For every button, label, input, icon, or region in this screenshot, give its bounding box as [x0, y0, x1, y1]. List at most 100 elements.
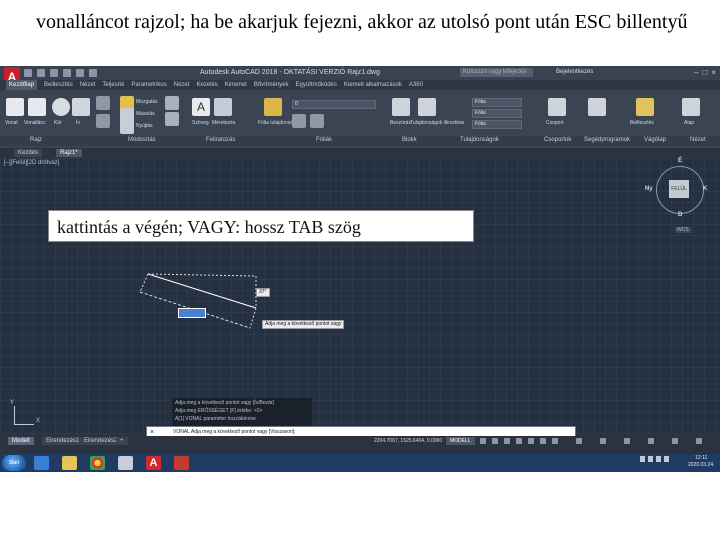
layer-dropdown[interactable]: 0 [292, 100, 376, 109]
ribbon-tab-parametric[interactable]: Parametrikus [131, 80, 166, 90]
panel-view-label[interactable]: Nézet [690, 137, 706, 143]
panel-utilities-label[interactable]: Segédprogramok [584, 137, 630, 143]
drawing-canvas[interactable]: [–][Felül][2D drótváz] FELÜL É D K Ny WC… [0, 158, 720, 434]
media-player-icon[interactable] [118, 456, 133, 470]
otrack-toggle-icon[interactable] [540, 438, 546, 444]
system-clock[interactable]: 12:11 2020.03.24. [688, 455, 714, 469]
customization-icon[interactable] [696, 438, 702, 444]
ribbon-tab-a360[interactable]: A360 [409, 80, 423, 90]
panel-draw-label[interactable]: Rajz [30, 137, 42, 143]
tray-arrow-icon[interactable] [640, 456, 645, 462]
length-input[interactable] [178, 308, 206, 318]
ribbon-tab-view2[interactable]: Nézet [174, 80, 190, 90]
app-taskbar-icon[interactable] [174, 456, 189, 470]
ribbon-tab-manage[interactable]: Kezelés [196, 80, 217, 90]
panel-modify-label[interactable]: Módosítás [128, 137, 156, 143]
ribbon-tab-home[interactable]: Kezdőlap [6, 80, 38, 90]
ucs-x-label: X [36, 418, 41, 424]
rectangle-tool-icon[interactable] [96, 96, 110, 110]
maximize-button[interactable]: □ [702, 68, 707, 77]
utilities-icon[interactable] [588, 98, 606, 116]
print-icon[interactable] [63, 69, 71, 77]
minimize-button[interactable]: – [694, 68, 698, 77]
cursor-coordinates: 2204.7067, 1525.6404, 0.0000 [374, 438, 443, 444]
fillet-icon[interactable] [165, 112, 179, 126]
line-tool-label: Vonal [5, 120, 18, 126]
panel-groups-label[interactable]: Csoportok [544, 137, 571, 143]
color-dropdown[interactable]: Fólia [472, 98, 522, 107]
stretch-icon[interactable] [120, 120, 134, 134]
file-explorer-icon[interactable] [62, 456, 77, 470]
undo-icon[interactable] [76, 69, 84, 77]
volume-icon[interactable] [656, 456, 661, 462]
dimension-tool-icon[interactable] [214, 98, 232, 116]
ortho-toggle-icon[interactable] [504, 438, 510, 444]
ucs-y-axis [14, 406, 15, 424]
layer-properties-icon[interactable] [264, 98, 282, 116]
insert-block-icon[interactable] [392, 98, 410, 116]
isolate-objects-icon[interactable] [624, 438, 630, 444]
annotation-scale-icon[interactable] [576, 438, 582, 444]
lineweight-dropdown[interactable]: Fólia [472, 120, 522, 129]
search-input[interactable]: Kulcsszó vagy kifejezés [460, 68, 533, 77]
ribbon-tab-collaborate[interactable]: Együttműködés [296, 80, 337, 90]
doc-tab-drawing1[interactable]: Rajz1* [56, 149, 82, 157]
autocad-taskbar-icon[interactable]: A [146, 456, 161, 470]
tab-model[interactable]: Modell [8, 437, 34, 445]
network-icon[interactable] [648, 456, 653, 462]
system-tray [640, 456, 669, 462]
panel-layers-label[interactable]: Fóliák [316, 137, 332, 143]
lineweight-toggle-icon[interactable] [552, 438, 558, 444]
chrome-icon[interactable] [90, 456, 105, 470]
base-view-icon[interactable] [682, 98, 700, 116]
ribbon-tab-view[interactable]: Nézet [80, 80, 96, 90]
arc-tool-icon[interactable] [72, 98, 90, 116]
internet-explorer-icon[interactable] [34, 456, 49, 470]
new-file-icon[interactable] [24, 69, 32, 77]
osnap-toggle-icon[interactable] [528, 438, 534, 444]
clean-screen-icon[interactable] [672, 438, 678, 444]
ribbon-tab-annotate[interactable]: Teljesíté [102, 80, 124, 90]
line-tool-icon[interactable] [6, 98, 24, 116]
panel-clipboard-label[interactable]: Vágólap [644, 137, 666, 143]
add-layout-button[interactable]: + [116, 437, 128, 445]
panel-properties-label[interactable]: Tulajdonságok [460, 137, 499, 143]
tab-layout1[interactable]: Elrendezés1 [42, 437, 84, 445]
close-button[interactable]: × [711, 68, 716, 77]
workspace-icon[interactable] [600, 438, 606, 444]
history-line: A[1] VONAL paraméter hozzákérése [175, 416, 256, 422]
panel-annotation-label[interactable]: Feliratozás [206, 137, 235, 143]
linetype-dropdown[interactable]: Fólia [472, 109, 522, 118]
start-button[interactable]: Start [2, 455, 26, 471]
ribbon-tab-addins[interactable]: Bővítmények [254, 80, 289, 90]
polyline-tool-icon[interactable] [28, 98, 46, 116]
circle-tool-label: Kör [54, 120, 62, 126]
model-space-button[interactable]: MODELL [446, 437, 475, 445]
group-icon[interactable] [548, 98, 566, 116]
snap-toggle-icon[interactable] [492, 438, 498, 444]
doc-tab-start[interactable]: Kezdés [14, 149, 43, 157]
angle-input[interactable]: 37° [256, 288, 270, 297]
layer-freeze-icon[interactable] [310, 114, 324, 128]
save-icon[interactable] [50, 69, 58, 77]
open-file-icon[interactable] [37, 69, 45, 77]
match-properties-label: Tulajdonságok illesztése [410, 120, 465, 126]
layer-state-icon[interactable] [292, 114, 306, 128]
ribbon-tab-insert[interactable]: Beillesztés [44, 80, 73, 90]
paste-icon[interactable] [636, 98, 654, 116]
login-button[interactable]: Bejelentkezés [556, 69, 593, 75]
flag-icon[interactable] [664, 456, 669, 462]
match-properties-icon[interactable] [418, 98, 436, 116]
hatch-tool-icon[interactable] [96, 114, 110, 128]
ribbon-tab-output[interactable]: Kimenet [225, 80, 247, 90]
hardware-acceleration-icon[interactable] [648, 438, 654, 444]
panel-block-label[interactable]: Blokk [402, 137, 417, 143]
ribbon-tab-featured[interactable]: Kiemelt alkalmazások [344, 80, 402, 90]
trim-icon[interactable] [165, 96, 179, 110]
autocad-screenshot: A Autodesk AutoCAD 2018 - OKTATÁSI VERZI… [0, 66, 720, 472]
redo-icon[interactable] [89, 69, 97, 77]
polar-toggle-icon[interactable] [516, 438, 522, 444]
grid-toggle-icon[interactable] [480, 438, 486, 444]
circle-tool-icon[interactable] [52, 98, 70, 116]
text-tool-icon[interactable]: A [192, 98, 210, 116]
